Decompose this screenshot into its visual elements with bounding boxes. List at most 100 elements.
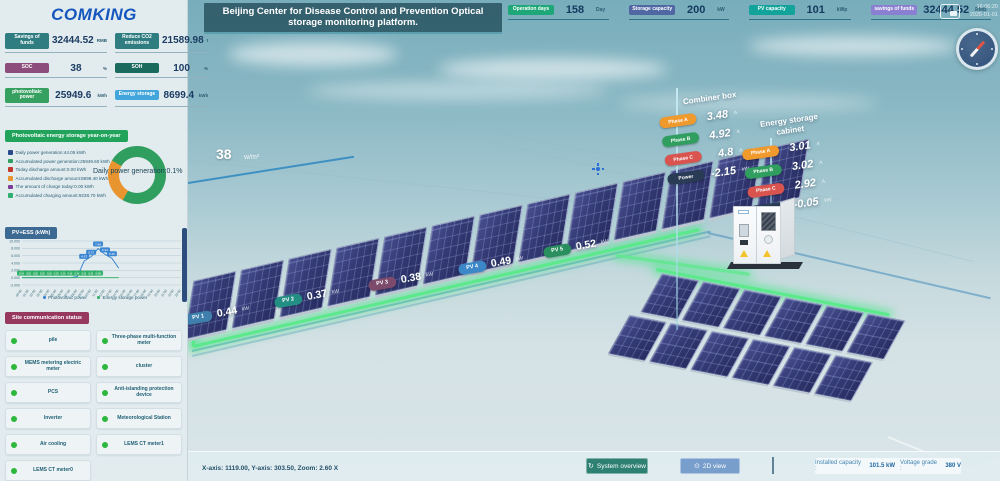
- svg-text:7.94: 7.94: [95, 242, 101, 246]
- status-dot-green: [11, 467, 17, 474]
- stat-badge: savings of funds: [871, 5, 918, 15]
- cabinet-nameplate: [738, 210, 749, 214]
- 2d-view-button[interactable]: ⊙ 2D view: [680, 458, 740, 474]
- comking-logo: COMKING: [51, 5, 137, 24]
- compass-needle: [969, 40, 985, 58]
- comm-air-cooling: Air cooling: [5, 434, 91, 455]
- comm-three-phase-meter: Three-phase multi-function meter: [96, 330, 182, 351]
- svg-text:4.57: 4.57: [81, 255, 87, 259]
- stat-badge: Storage capacity: [629, 5, 676, 15]
- stat-pv-capacity: PV capacity 101 kWp: [748, 4, 852, 20]
- donut-chart: [108, 146, 166, 204]
- pvess-panel: PV+ESS (kWh) 10.000 8.000 6.000 4.000 2.000 0…: [5, 221, 185, 305]
- svg-text:0.00: 0.00: [95, 271, 101, 275]
- svg-text:5.29: 5.29: [109, 252, 115, 256]
- legend-item: The amount of charge today:0.00 kWh: [8, 184, 118, 189]
- energy-storage-cabinet-model[interactable]: [726, 197, 804, 269]
- solar-panel: [613, 171, 666, 244]
- pv-array-main[interactable]: [188, 138, 810, 343]
- footer-divider: [772, 457, 774, 474]
- cloud: [308, 82, 608, 100]
- comm-inverter: Inverter: [5, 408, 91, 429]
- comm-lems-ct-meter0: LEMS CT meter0: [5, 460, 91, 481]
- irradiance-label: 38 w/m²: [216, 146, 260, 162]
- stat-energy-storage: Energy storage 8699.4 kWh: [114, 88, 209, 107]
- sidebar-stats: Savings of funds 32444.52 RMB Reduce CO2…: [5, 33, 209, 107]
- clock-date: 2025-01-01: [969, 12, 998, 19]
- svg-text:0.000: 0.000: [11, 276, 20, 280]
- stat-soc: SOC 38 %: [5, 63, 107, 78]
- status-dot-green: [11, 389, 17, 396]
- scrollbar-thumb[interactable]: [182, 228, 187, 302]
- pvess-legend: Photovoltaic power Energy storage power: [5, 295, 185, 300]
- capacity-info-box: Installed capacity : 101.5 kW Voltage gr…: [815, 458, 962, 474]
- comm-status-panel: Site communication status pile Three-pha…: [5, 306, 185, 481]
- comm-mems-meter: MEMS metering electric meter: [5, 356, 91, 377]
- donut-center-text: Daily power generation:0.1%: [93, 168, 183, 175]
- platform-title: Beijing Center for Disease Control and P…: [204, 3, 502, 34]
- status-dot-green: [102, 363, 108, 370]
- yoy-legend: Daily power generation:44.05 kWh Accumul…: [8, 150, 118, 202]
- status-dot-green: [102, 441, 108, 448]
- compass-widget[interactable]: [956, 28, 998, 70]
- rotate-icon: ↻: [588, 462, 594, 470]
- view-icon: ⊙: [694, 462, 700, 470]
- scene-3d-viewport[interactable]: Beijing Center for Disease Control and P…: [188, 0, 1000, 481]
- screen-cast-icon[interactable]: [940, 4, 960, 19]
- svg-text:-2.000: -2.000: [10, 283, 20, 287]
- ess-cabinet-title: Energy storage cabinet: [759, 111, 819, 137]
- cabinet-fan: [764, 235, 773, 244]
- status-dot-green: [11, 441, 17, 448]
- comm-pcs: PCS: [5, 382, 91, 403]
- stat-soh: SOH 100 %: [114, 63, 209, 78]
- comm-panel-title: Site communication status: [5, 312, 89, 324]
- cabinet-vent: [761, 212, 776, 231]
- clock: 16:06:20 2025-01-01: [962, 3, 998, 20]
- stat-storage-capacity: Storage capacity 200 kW: [629, 4, 729, 20]
- stat-photovoltaic-power: photovoltaic power 25949.6 kWh: [5, 87, 107, 107]
- legend-item: Accumulated discharge amount:8699.40 kWh: [8, 176, 118, 181]
- cabinet-screen: [739, 224, 749, 237]
- cloud: [228, 42, 398, 66]
- camera-status-text: X-axis: 1119.00, Y-axis: 303.50, Zoom: 2…: [202, 465, 339, 472]
- yoy-panel: Photovoltaic energy storage year-on-year…: [5, 124, 185, 219]
- comm-lems-ct-meter1: LEMS CT meter1: [96, 434, 182, 455]
- legend-item: Daily power generation:44.05 kWh: [8, 150, 118, 155]
- clock-time: 16:06:20: [976, 4, 998, 10]
- svg-text:6.000: 6.000: [11, 254, 20, 258]
- stat-badge: PV capacity: [748, 5, 795, 15]
- comm-cluster: cluster: [96, 356, 182, 377]
- left-sidebar: COMKING Savings of funds 32444.52 RMB Re…: [0, 0, 209, 481]
- cloud: [438, 58, 668, 80]
- stat-savings-of-funds: Savings of funds 32444.52 RMB: [5, 33, 107, 53]
- status-dot-green: [11, 363, 17, 370]
- comm-pile: pile: [5, 330, 91, 351]
- svg-text:5.72: 5.72: [88, 250, 94, 254]
- svg-text:10.000: 10.000: [9, 239, 20, 243]
- system-overview-button[interactable]: ↻ System overview: [586, 458, 648, 474]
- stat-badge: Operation days: [508, 5, 554, 15]
- camera-target-icon: [592, 163, 604, 175]
- solar-panel: [279, 248, 332, 321]
- solar-panel: [326, 237, 380, 310]
- cloud: [748, 36, 958, 56]
- warning-triangle-icon: [763, 250, 771, 257]
- legend-item: Accumulated charging amount:9238.70 kWh: [8, 193, 118, 198]
- irradiance-underline: [188, 155, 355, 184]
- status-dot-green: [11, 337, 17, 344]
- stat-operation-days: Operation days 158 Day: [508, 4, 610, 20]
- status-dot-green: [102, 389, 108, 396]
- comm-grid: pile Three-phase multi-function meter ME…: [5, 330, 185, 481]
- yoy-panel-title: Photovoltaic energy storage year-on-year: [5, 130, 128, 142]
- svg-text:4.000: 4.000: [11, 261, 20, 265]
- svg-text:8.000: 8.000: [11, 247, 20, 251]
- status-dot-green: [102, 337, 108, 344]
- app-root: Beijing Center for Disease Control and P…: [0, 0, 1000, 481]
- comm-met-station: Meteorological Station: [96, 408, 182, 429]
- legend-item: Accumulated power generation:25949.60 kW…: [8, 159, 118, 164]
- comm-anti-islanding: Anti-islanding protection device: [96, 382, 182, 403]
- topbar-stats: Operation days 158 Day Storage capacity …: [508, 4, 991, 20]
- warning-triangle-icon: [740, 250, 748, 257]
- pvess-chart: 10.0008.0006.0004.0002.0000.000-2.00000:…: [9, 239, 182, 297]
- status-dot-green: [11, 415, 17, 422]
